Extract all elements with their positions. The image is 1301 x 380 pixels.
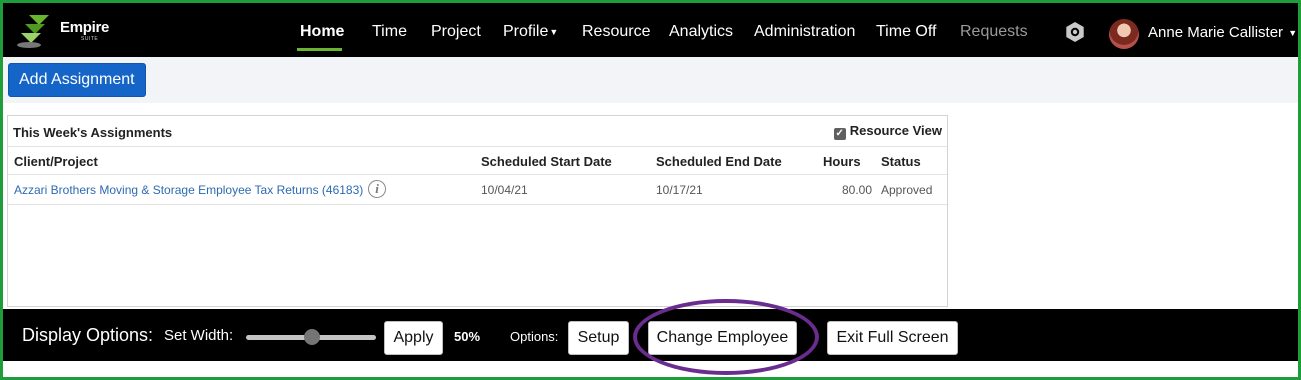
set-width-label: Set Width: (164, 327, 234, 344)
user-name: Anne Marie Callister (1148, 24, 1284, 41)
chevron-down-icon: ▼ (1288, 28, 1298, 39)
display-options-title: Display Options: (22, 325, 154, 345)
project-link[interactable]: Azzari Brothers Moving & Storage Employe… (14, 183, 363, 197)
resource-view-label: Resource View (849, 123, 942, 138)
info-icon[interactable]: i (368, 180, 386, 198)
exit-full-screen-button[interactable]: Exit Full Screen (827, 321, 958, 355)
nav-analytics[interactable]: Analytics (669, 23, 733, 41)
assignments-panel: This Week's Assignments ✓ Resource View C… (7, 115, 948, 307)
width-percent: 50% (454, 329, 481, 344)
chevron-down-icon: ▼ (549, 26, 559, 37)
column-header-client-project[interactable]: Client/Project (14, 154, 98, 169)
display-options-bar: Display Options: Set Width: Apply 50% Op… (3, 309, 1298, 361)
divider (8, 174, 947, 175)
panel-title: This Week's Assignments (13, 125, 173, 140)
nav-time-off[interactable]: Time Off (876, 23, 936, 41)
nav-time[interactable]: Time (372, 23, 407, 41)
nav-requests[interactable]: Requests (960, 23, 1028, 41)
status-cell: Approved (881, 183, 933, 197)
active-nav-indicator (297, 48, 342, 51)
apply-button[interactable]: Apply (384, 321, 443, 355)
column-header-end-date[interactable]: Scheduled End Date (656, 154, 782, 169)
column-header-status[interactable]: Status (881, 154, 921, 169)
nav-profile-label: Profile (503, 23, 549, 40)
user-avatar[interactable] (1109, 19, 1139, 49)
change-employee-button[interactable]: Change Employee (648, 321, 797, 355)
user-menu[interactable]: Anne Marie Callister ▼ (1148, 24, 1297, 41)
column-header-hours[interactable]: Hours (823, 154, 861, 169)
hours-cell: 80.00 (842, 183, 873, 197)
settings-gear-icon[interactable] (1064, 21, 1086, 43)
nav-resource[interactable]: Resource (582, 23, 650, 41)
divider (8, 204, 947, 205)
app-frame: Empire SUITE Home Time Project Profile▼ … (0, 0, 1301, 380)
width-slider-thumb[interactable] (304, 329, 320, 345)
start-date-cell: 10/04/21 (481, 183, 528, 197)
options-label: Options: (510, 329, 559, 344)
empire-logo-icon (17, 15, 49, 48)
top-navigation-bar: Empire SUITE Home Time Project Profile▼ … (3, 3, 1298, 57)
end-date-cell: 10/17/21 (656, 183, 703, 197)
setup-button[interactable]: Setup (568, 321, 629, 355)
nav-home[interactable]: Home (300, 23, 344, 41)
nav-profile[interactable]: Profile▼ (503, 23, 558, 41)
divider (8, 146, 947, 147)
resource-view-toggle[interactable]: ✓ Resource View (833, 123, 942, 140)
nav-project[interactable]: Project (431, 23, 481, 41)
nav-administration[interactable]: Administration (754, 23, 855, 41)
logo-subtext: SUITE (81, 36, 99, 42)
right-panel-background (1041, 57, 1298, 103)
logo-text: Empire (60, 19, 110, 36)
column-header-start-date[interactable]: Scheduled Start Date (481, 154, 612, 169)
add-assignment-button[interactable]: Add Assignment (8, 63, 146, 97)
checkbox-checked-icon[interactable]: ✓ (833, 128, 846, 140)
empire-logo[interactable]: Empire SUITE (15, 11, 125, 51)
